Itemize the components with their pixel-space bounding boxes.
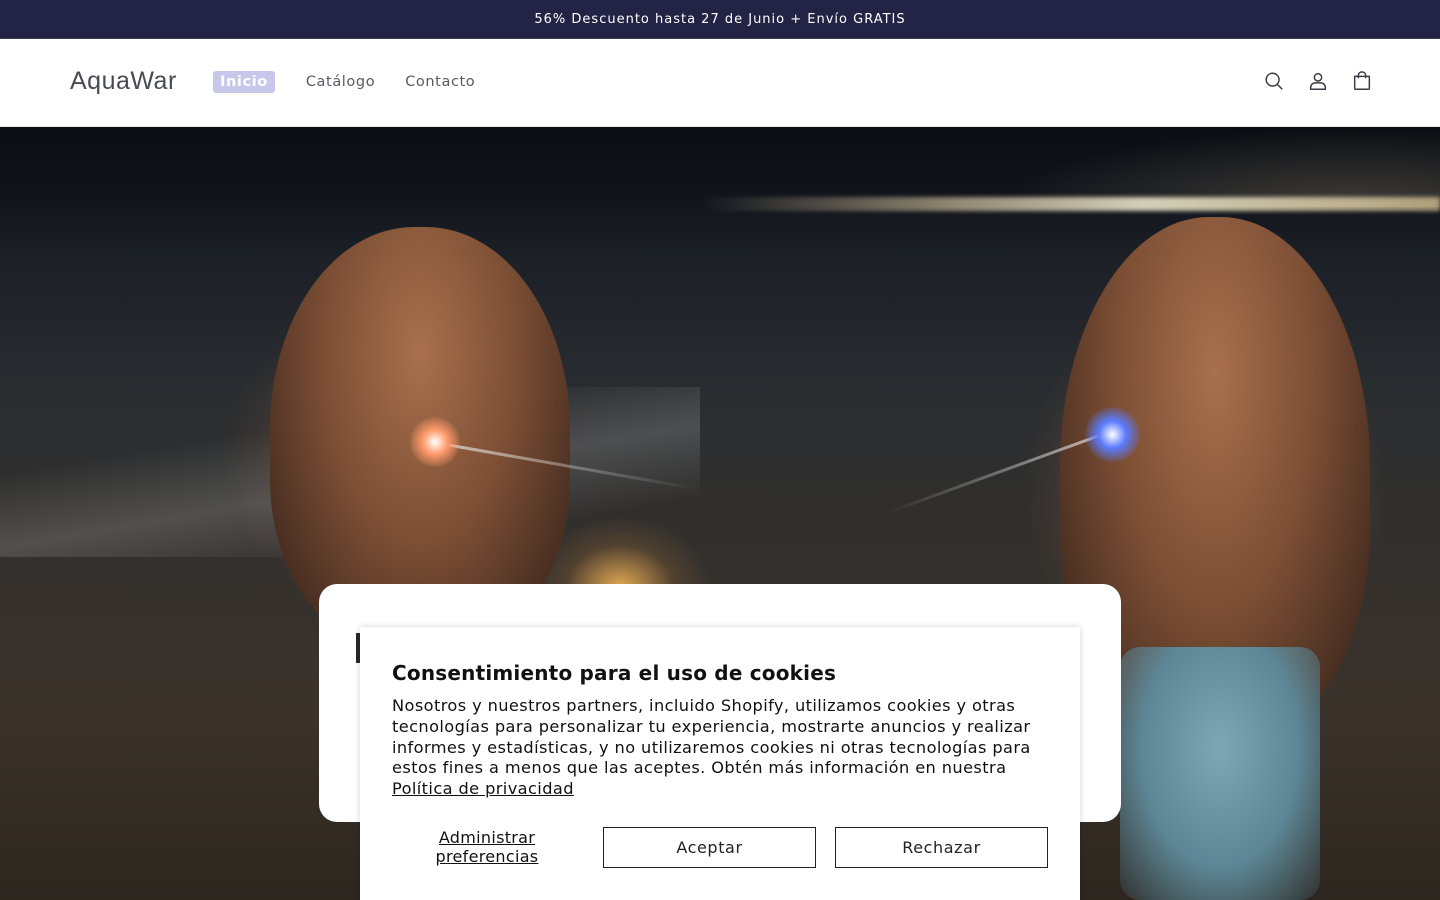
cookie-actions: Administrar preferencias Aceptar Rechaza… [392,827,1048,868]
nav-link-catalogo[interactable]: Catálogo [306,72,375,92]
manage-preferences-link[interactable]: Administrar preferencias [392,828,582,866]
nav-link-inicio[interactable]: Inicio [213,71,275,93]
announcement-bar: 56% Descuento hasta 27 de Junio + Envío … [0,0,1440,39]
header-icons [1242,69,1374,93]
accept-button[interactable]: Aceptar [603,827,816,868]
cookie-description: Nosotros y nuestros partners, incluido S… [392,696,1048,800]
nav-link-contacto[interactable]: Contacto [405,72,475,92]
city-glow [1000,127,1440,207]
account-icon[interactable] [1306,69,1330,93]
site-logo[interactable]: AquaWar [70,67,177,96]
site-header: AquaWar Inicio Catálogo Contacto [0,39,1440,127]
cookie-body-text: Nosotros y nuestros partners, incluido S… [392,696,1031,778]
cookie-consent-dialog: Consentimiento para el uso de cookies No… [360,627,1080,900]
announcement-text: 56% Descuento hasta 27 de Junio + Envío … [534,11,906,27]
cart-icon[interactable] [1350,69,1374,93]
water-gun-light-right [1085,407,1140,462]
reject-button[interactable]: Rechazar [835,827,1048,868]
child-shorts [1120,647,1320,900]
search-icon[interactable] [1262,69,1286,93]
main-nav: Inicio Catálogo Contacto [213,71,505,93]
shore-lights [700,197,1440,211]
privacy-policy-link[interactable]: Política de privacidad [392,779,574,798]
water-gun-light-left [410,417,460,467]
cookie-title: Consentimiento para el uso de cookies [392,661,837,685]
